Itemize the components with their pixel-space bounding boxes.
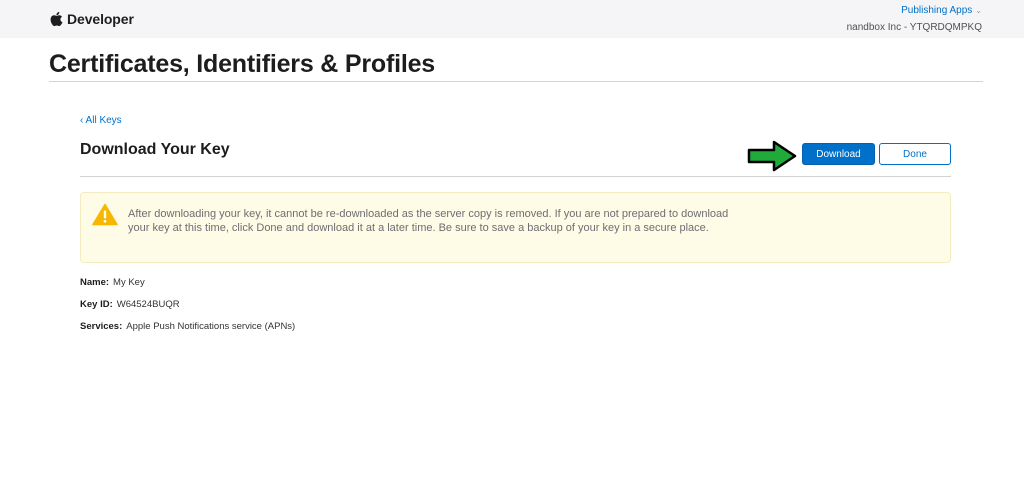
name-label: Name: <box>80 277 110 288</box>
section-divider <box>80 176 951 177</box>
services-value: Apple Push Notifications service (APNs) <box>126 321 296 332</box>
detail-services-row: Services: Apple Push Notifications servic… <box>80 321 295 332</box>
key-id-value: W64524BUQR <box>116 299 180 310</box>
detail-name-row: Name: My Key <box>80 277 145 288</box>
warning-icon <box>92 203 118 226</box>
team-menu-label: Publishing Apps <box>901 5 973 16</box>
warning-text: After downloading your key, it cannot be… <box>128 208 729 234</box>
detail-key-id-row: Key ID: W64524BUQR <box>80 299 180 310</box>
team-menu: Publishing Apps ⌄ nandbox Inc - YTQRDQMP… <box>847 4 982 35</box>
section-title: Download Your Key <box>80 141 230 158</box>
key-id-label: Key ID: <box>80 299 113 310</box>
done-button[interactable]: Done <box>879 143 951 165</box>
download-button[interactable]: Download <box>802 143 875 165</box>
name-value: My Key <box>113 277 145 288</box>
green-arrow-annotation <box>747 140 797 172</box>
team-switcher[interactable]: Publishing Apps ⌄ <box>901 4 982 18</box>
apple-logo-icon <box>50 11 63 27</box>
team-id-text: nandbox Inc - YTQRDQMPKQ <box>846 22 982 33</box>
services-label: Services: <box>80 321 123 332</box>
back-to-all-keys-link[interactable]: ‹ All Keys <box>80 115 122 126</box>
brand-text: Developer <box>67 11 134 27</box>
chevron-down-icon: ⌄ <box>975 6 982 15</box>
top-nav-bar: Developer Publishing Apps ⌄ nandbox Inc … <box>0 0 1024 38</box>
warning-banner: After downloading your key, it cannot be… <box>80 192 951 263</box>
title-divider <box>49 81 983 82</box>
developer-home-link[interactable]: Developer <box>49 9 134 29</box>
page-title: Certificates, Identifiers & Profiles <box>49 50 435 78</box>
